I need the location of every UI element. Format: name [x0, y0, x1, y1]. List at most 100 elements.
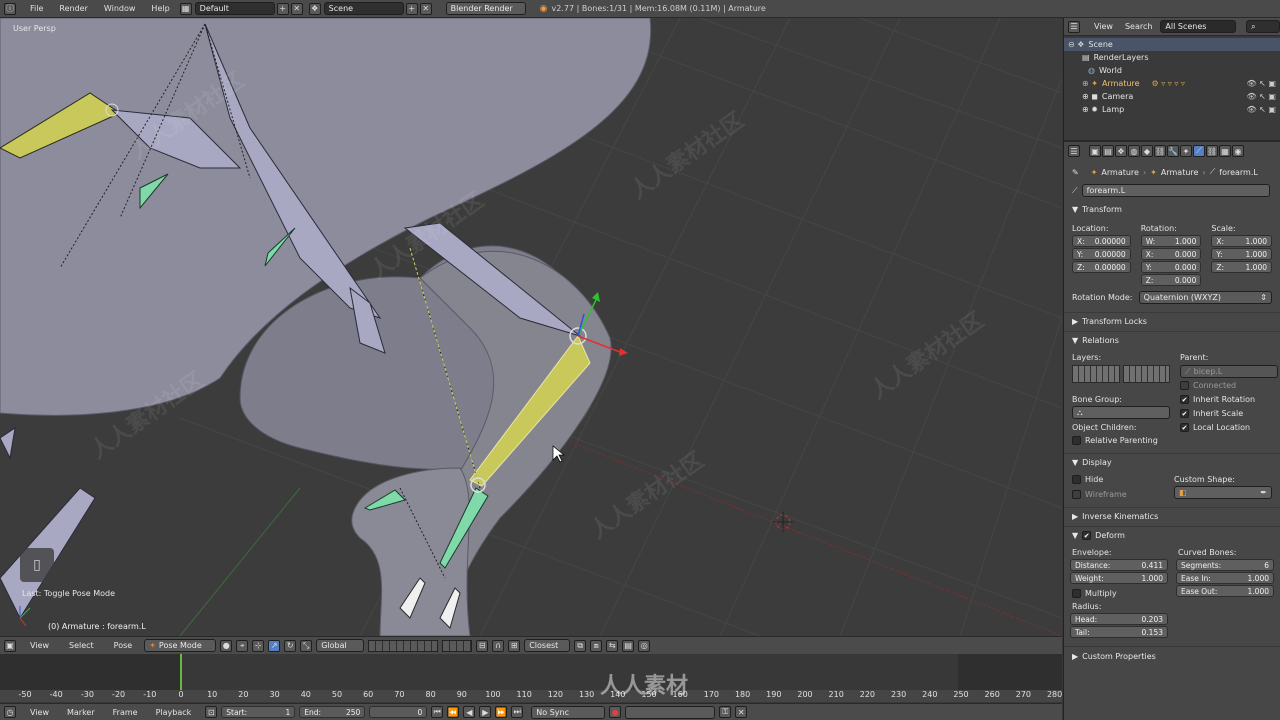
outliner-editor-icon[interactable]: ☰	[1068, 20, 1080, 33]
outliner-menu-search[interactable]: Search	[1125, 22, 1152, 31]
menu-view[interactable]: View	[30, 641, 49, 650]
timeline-editor-icon[interactable]: ◷	[4, 706, 16, 718]
layers-grid[interactable]	[1072, 365, 1170, 383]
scene-selector[interactable]: Scene	[323, 2, 404, 15]
keying-set-field[interactable]	[625, 705, 716, 719]
rotate-icon[interactable]: ↻	[284, 639, 297, 652]
head-radius-field[interactable]: Head: 0.203	[1070, 613, 1168, 625]
relations-header[interactable]: ▼ Relations	[1072, 336, 1280, 345]
menu-select[interactable]: Select	[69, 641, 94, 650]
display-header[interactable]: ▼ Display	[1072, 458, 1280, 467]
play-reverse-icon[interactable]: ◀	[463, 706, 476, 718]
add-scene-icon[interactable]: +	[405, 2, 418, 15]
lock-icon[interactable]: ⊟	[476, 639, 489, 652]
rotation-y[interactable]: Y: 0.000	[1140, 261, 1202, 273]
pivot-icon[interactable]: ⌖	[236, 639, 249, 652]
rotation-mode-select[interactable]: Quaternion (WXYZ) ⇕	[1138, 291, 1272, 304]
rotation-w[interactable]: W: 1.000	[1140, 235, 1202, 247]
end-frame-field[interactable]: End: 250	[299, 706, 366, 718]
timeline[interactable]: -50 -40 -30 -20 -10 0 10 20 30 40 50 60 70 80 90 100 110…	[0, 654, 1062, 703]
tl-menu-frame[interactable]: Frame	[113, 708, 138, 717]
outliner-item-renderlayers[interactable]: ▤ RenderLayers	[1064, 51, 1280, 64]
jump-end-icon[interactable]: ⏭	[511, 706, 524, 718]
renderlayer-tab-icon[interactable]: ▤	[1102, 145, 1114, 157]
render-engine-select[interactable]: Blender Render	[445, 2, 526, 15]
multiply-checkbox[interactable]	[1072, 589, 1081, 598]
local-location-row[interactable]: ✔ Local Location	[1180, 423, 1278, 432]
outliner-search-field[interactable]: ⌕	[1246, 20, 1280, 33]
outliner-item-camera[interactable]: ⊕ ◼ Camera 👁 ↖ ▣	[1064, 90, 1280, 103]
inherit-scale-checkbox[interactable]: ✔	[1180, 409, 1189, 418]
start-frame-field[interactable]: Start: 1	[221, 706, 296, 718]
inherit-rotation-row[interactable]: ✔ Inherit Rotation	[1180, 395, 1278, 404]
hide-checkbox[interactable]	[1072, 475, 1081, 484]
bone-group-field[interactable]: ⛬	[1072, 406, 1170, 419]
render-preview-icon[interactable]: ▤	[622, 639, 635, 652]
transform-panel-header[interactable]: ▼ Transform	[1072, 205, 1280, 214]
texture-tab-icon[interactable]: ▦	[1219, 145, 1231, 157]
sync-select[interactable]: No Sync	[531, 705, 606, 719]
distance-field[interactable]: Distance: 0.411	[1070, 559, 1168, 571]
weight-field[interactable]: Weight: 1.000	[1070, 572, 1168, 584]
manipulator-toggle-icon[interactable]: ⊹	[252, 639, 265, 652]
scale-y[interactable]: Y: 1.000	[1211, 248, 1273, 260]
outliner-item-world[interactable]: ◍ World	[1064, 64, 1280, 77]
menu-file[interactable]: File	[22, 4, 51, 13]
scale-x[interactable]: X: 1.000	[1211, 235, 1273, 247]
properties-editor-icon[interactable]: ☰	[1068, 145, 1080, 157]
menu-window[interactable]: Window	[96, 4, 144, 13]
tl-menu-marker[interactable]: Marker	[67, 708, 95, 717]
delete-key-icon[interactable]: ✕	[735, 706, 748, 718]
scene-icon[interactable]: ❖	[308, 2, 321, 15]
snap-magnet-icon[interactable]: ∩	[492, 639, 505, 652]
add-layout-icon[interactable]: +	[276, 2, 289, 15]
deform-checkbox[interactable]: ✔	[1082, 531, 1092, 540]
inherit-scale-row[interactable]: ✔ Inherit Scale	[1180, 409, 1278, 418]
shading-solid-icon[interactable]: ●	[220, 639, 233, 652]
bone-tab-icon[interactable]: ⟋	[1193, 145, 1205, 157]
rotation-z[interactable]: Z: 0.000	[1140, 274, 1202, 286]
remove-scene-icon[interactable]: ✕	[419, 2, 432, 15]
menu-render[interactable]: Render	[51, 4, 95, 13]
location-x[interactable]: X: 0.00000	[1072, 235, 1131, 247]
layer-buttons[interactable]	[368, 639, 439, 652]
outliner-item-scene[interactable]: ⊖ ❖ Scene	[1064, 38, 1280, 51]
scene-tab-icon[interactable]: ❖	[1115, 145, 1127, 157]
outliner[interactable]: ☰ View Search All Scenes ⌕ ⊖ ❖ Scene ▤ Ren…	[1063, 18, 1280, 140]
multiply-row[interactable]: Multiply	[1070, 589, 1168, 598]
rotation-x[interactable]: X: 0.000	[1140, 248, 1202, 260]
insert-key-icon[interactable]: ⚿	[719, 706, 732, 718]
ik-header[interactable]: ▶ Inverse Kinematics	[1072, 512, 1280, 521]
layout-selector[interactable]: Default	[194, 2, 275, 15]
mode-select[interactable]: ✦ Pose Mode	[144, 639, 217, 652]
pin-icon[interactable]: ✎	[1072, 168, 1079, 177]
ease-in-field[interactable]: Ease In: 1.000	[1176, 572, 1274, 584]
copy-pose-icon[interactable]: ⧉	[574, 639, 587, 652]
parent-field[interactable]: ⟋ bicep.L	[1180, 365, 1278, 378]
data-tab-icon[interactable]: ✦	[1180, 145, 1192, 157]
connected-row[interactable]: Connected	[1180, 381, 1278, 390]
current-frame-field[interactable]: 0	[369, 706, 428, 718]
inherit-rotation-checkbox[interactable]: ✔	[1180, 395, 1189, 404]
constraints-tab-icon[interactable]: ⛓	[1154, 145, 1166, 157]
wireframe-row[interactable]: Wireframe	[1072, 490, 1164, 499]
scale-icon[interactable]: ⤡	[300, 639, 313, 652]
ease-out-field[interactable]: Ease Out: 1.000	[1176, 585, 1274, 597]
tl-menu-view[interactable]: View	[30, 708, 49, 717]
snap-target-select[interactable]: Closest	[524, 639, 571, 652]
prev-key-icon[interactable]: ⏪	[447, 706, 460, 718]
transform-locks-header[interactable]: ▶ Transform Locks	[1072, 317, 1280, 326]
paste-pose-icon[interactable]: ⧈	[590, 639, 603, 652]
object-tab-icon[interactable]: ◆	[1141, 145, 1153, 157]
connected-checkbox[interactable]	[1180, 381, 1189, 390]
layers-block-1[interactable]	[1072, 365, 1120, 383]
outliner-item-lamp[interactable]: ⊕ ✹ Lamp 👁 ↖ ▣	[1064, 103, 1280, 116]
outliner-filter-select[interactable]: All Scenes	[1160, 20, 1237, 33]
layout-grid-icon[interactable]: ▦	[179, 2, 192, 15]
layer-buttons-2[interactable]	[442, 639, 473, 652]
translate-icon[interactable]: ↗	[268, 639, 281, 652]
location-z[interactable]: Z: 0.00000	[1072, 261, 1131, 273]
editor-type-icon[interactable]: ▣	[4, 639, 16, 652]
wireframe-checkbox[interactable]	[1072, 490, 1081, 499]
hide-row[interactable]: Hide	[1072, 475, 1164, 484]
